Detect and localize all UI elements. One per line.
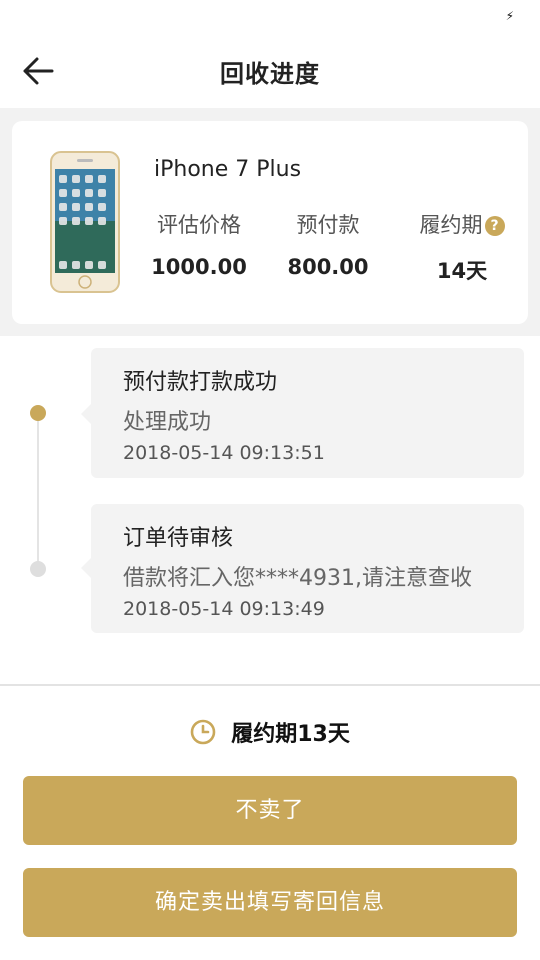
term-column: 履约期? 14天 [397,209,527,285]
timeline-item-time: 2018-05-14 09:13:49 [123,598,325,620]
deadline-indicator: 履约期13天 [0,716,540,750]
deadline-text: 履约期13天 [231,722,350,747]
timeline-dot-inactive [30,561,46,577]
product-name: iPhone 7 Plus [154,157,302,182]
page-title: 回收进度 [220,60,320,88]
nav-bar: 回收进度 [0,34,540,108]
timeline-item: 订单待审核 借款将汇入您****4931,请注意查收 2018-05-14 09… [81,504,524,633]
prepay-column: 预付款 800.00 [263,209,393,279]
bolt-icon: ⚡ [505,9,514,23]
timeline-item-title: 订单待审核 [123,526,234,551]
price-label: 评估价格 [157,213,241,237]
term-label: 履约期 [419,213,483,237]
timeline-item-time: 2018-05-14 09:13:51 [123,442,325,464]
product-card: iPhone 7 Plus 评估价格 1000.00 预付款 800.00 履约… [12,121,528,324]
question-circle-icon[interactable]: ? [484,216,505,236]
timeline-item-desc: 处理成功 [123,410,212,435]
status-bar: ⚡ [0,0,540,34]
divider [0,684,540,686]
price-value: 1000.00 [151,255,247,279]
prepay-label: 预付款 [296,213,360,237]
prepay-value: 800.00 [287,255,369,279]
timeline-item-desc: 借款将汇入您****4931,请注意查收 [123,566,472,591]
timeline-item: 预付款打款成功 处理成功 2018-05-14 09:13:51 [81,348,524,478]
term-value: 14天 [436,259,488,283]
timeline-item-title: 预付款打款成功 [123,370,278,395]
decline-button[interactable]: 不卖了 [23,776,517,845]
timeline-line [37,414,39,569]
timeline-dot-active [30,405,46,421]
phone-image [50,151,120,293]
clock-icon [190,719,216,745]
price-column: 评估价格 1000.00 [134,209,264,279]
confirm-sell-button[interactable]: 确定卖出填写寄回信息 [23,868,517,937]
